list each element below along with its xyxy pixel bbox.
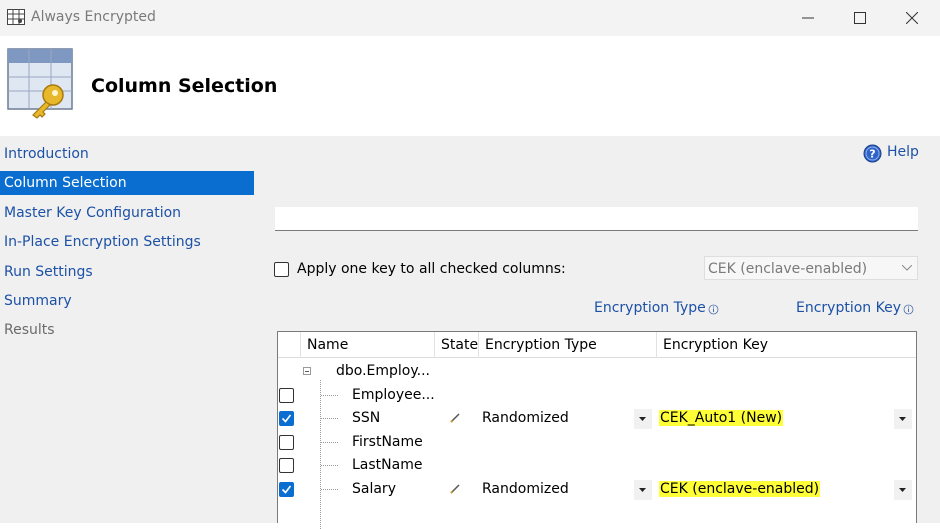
- column-header-name[interactable]: Name: [301, 332, 434, 358]
- help-label: Help: [887, 144, 919, 160]
- page-title: Column Selection: [91, 75, 278, 97]
- sidebar-item-master-key-configuration[interactable]: Master Key Configuration: [0, 201, 254, 225]
- close-icon: [906, 12, 918, 24]
- grid-header: Name State Encryption Type Encryption Ke…: [278, 332, 916, 358]
- column-name: Employee...: [352, 387, 435, 403]
- encryption-key-value: CEK_Auto1 (New): [659, 410, 784, 426]
- table-key-icon: [7, 48, 73, 119]
- dropdown-arrow-icon: [639, 488, 646, 492]
- column-header-encryption-key[interactable]: Encryption Key: [657, 332, 916, 358]
- column-checkbox[interactable]: [279, 458, 294, 473]
- minimize-button[interactable]: [786, 0, 832, 36]
- column-checkbox[interactable]: [279, 482, 294, 497]
- checkmark-icon: [281, 414, 292, 423]
- maximize-icon: [854, 12, 866, 24]
- column-header-state[interactable]: State: [435, 332, 478, 358]
- encryption-type-link[interactable]: Encryption Type: [594, 300, 706, 316]
- column-name: FirstName: [352, 434, 423, 450]
- chevron-down-icon: [902, 265, 912, 271]
- table-row[interactable]: SSN Randomized CEK_Auto1 (New): [278, 407, 916, 430]
- sidebar-item-introduction[interactable]: Introduction: [0, 142, 254, 166]
- checkmark-icon: [281, 485, 292, 494]
- dropdown-arrow-icon: [899, 417, 906, 421]
- help-icon: ?: [863, 144, 882, 163]
- tree-line: [321, 489, 338, 490]
- close-button[interactable]: [890, 0, 936, 36]
- title-bar: Always Encrypted: [0, 0, 940, 36]
- sidebar-item-in-place-encryption-settings[interactable]: In-Place Encryption Settings: [0, 230, 254, 254]
- encryption-key-dropdown[interactable]: [894, 480, 912, 500]
- minimize-icon: [802, 17, 814, 19]
- tree-line: [321, 442, 338, 443]
- encryption-type-value: Randomized: [482, 410, 569, 426]
- sidebar-item-results: Results: [4, 322, 55, 338]
- column-header-encryption-type[interactable]: Encryption Type: [479, 332, 656, 358]
- column-checkbox[interactable]: [279, 388, 294, 403]
- apply-key-select[interactable]: CEK (enclave-enabled): [704, 256, 918, 280]
- column-name: Salary: [352, 481, 396, 497]
- app-grid-icon: [7, 9, 25, 25]
- encryption-key-value: CEK (enclave-enabled): [659, 481, 821, 497]
- table-node-label: dbo.Employ...: [336, 363, 431, 379]
- tree-line: [321, 418, 338, 419]
- apply-key-select-value: CEK (enclave-enabled): [708, 261, 868, 277]
- table-node-row[interactable]: dbo.Employ...: [278, 360, 916, 383]
- table-row[interactable]: FirstName: [278, 431, 916, 454]
- column-checkbox[interactable]: [279, 411, 294, 426]
- column-grid: Name State Encryption Type Encryption Ke…: [277, 331, 917, 529]
- tree-line: [321, 395, 338, 396]
- column-search-input[interactable]: [275, 207, 918, 231]
- apply-one-key-label: Apply one key to all checked columns:: [297, 261, 566, 277]
- encryption-type-dropdown[interactable]: [634, 480, 652, 500]
- collapse-icon[interactable]: [303, 367, 311, 375]
- dropdown-arrow-icon: [899, 488, 906, 492]
- column-checkbox[interactable]: [279, 435, 294, 450]
- table-row[interactable]: LastName: [278, 454, 916, 477]
- column-name: LastName: [352, 457, 423, 473]
- pencil-icon: [450, 413, 460, 423]
- maximize-button[interactable]: [838, 0, 884, 36]
- dropdown-arrow-icon: [639, 417, 646, 421]
- info-icon[interactable]: [903, 304, 914, 315]
- table-row[interactable]: Salary Randomized CEK (enclave-enabled): [278, 478, 916, 501]
- pencil-icon: [450, 484, 460, 494]
- main-panel: ? Help Apply one key to all checked colu…: [257, 136, 940, 529]
- encryption-type-dropdown[interactable]: [634, 409, 652, 429]
- table-row[interactable]: Employee...: [278, 384, 916, 407]
- encryption-key-dropdown[interactable]: [894, 409, 912, 429]
- wizard-header: Column Selection: [0, 36, 940, 136]
- encryption-type-value: Randomized: [482, 481, 569, 497]
- tree-line: [321, 465, 338, 466]
- sidebar-item-summary[interactable]: Summary: [0, 289, 254, 313]
- sidebar-item-column-selection[interactable]: Column Selection: [0, 171, 254, 195]
- apply-one-key-checkbox[interactable]: [274, 262, 289, 277]
- encryption-key-link[interactable]: Encryption Key: [796, 300, 901, 316]
- svg-text:?: ?: [869, 148, 875, 161]
- column-name: SSN: [352, 410, 381, 426]
- window-title: Always Encrypted: [31, 9, 156, 25]
- sidebar-item-run-settings[interactable]: Run Settings: [0, 260, 254, 284]
- wizard-sidebar: Introduction Column Selection Master Key…: [0, 136, 257, 523]
- info-icon[interactable]: [708, 304, 719, 315]
